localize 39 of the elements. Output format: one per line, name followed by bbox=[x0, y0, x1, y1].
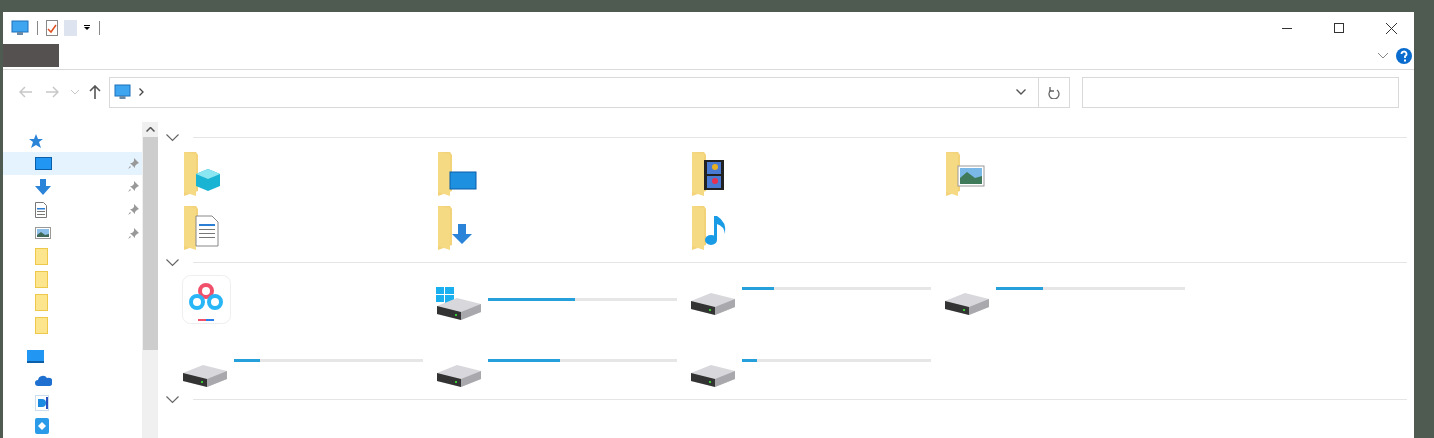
down-arrow-icon[interactable] bbox=[35, 178, 51, 195]
cloud-icon[interactable] bbox=[35, 374, 52, 386]
back-arrow-icon bbox=[19, 86, 33, 98]
computer-icon bbox=[11, 20, 29, 36]
landscape-icon[interactable] bbox=[35, 227, 51, 240]
refresh-icon bbox=[1048, 85, 1060, 99]
help-icon[interactable] bbox=[1396, 47, 1412, 64]
app-icon[interactable] bbox=[35, 395, 49, 412]
computer-icon bbox=[114, 84, 131, 100]
refresh-button[interactable] bbox=[1039, 76, 1070, 108]
up-arrow-icon bbox=[89, 85, 101, 99]
close-icon bbox=[1385, 22, 1397, 34]
chevron-down-icon[interactable] bbox=[166, 258, 179, 267]
search-field[interactable] bbox=[1082, 76, 1399, 108]
chevron-down-icon[interactable] bbox=[166, 395, 179, 404]
pin-icon bbox=[128, 181, 139, 193]
document-icon[interactable] bbox=[35, 202, 47, 219]
maximize-icon bbox=[1334, 23, 1344, 33]
app-icon[interactable] bbox=[35, 418, 49, 435]
dropdown-icon[interactable] bbox=[83, 24, 91, 32]
scrollbar[interactable] bbox=[142, 122, 158, 438]
scroll-thumb[interactable] bbox=[142, 137, 158, 350]
star-icon[interactable] bbox=[27, 132, 43, 149]
app-icon[interactable] bbox=[182, 275, 231, 324]
chevron-down-icon bbox=[71, 89, 79, 95]
monitor-icon[interactable] bbox=[35, 156, 52, 171]
chevron-up-icon bbox=[145, 127, 155, 132]
chevron-down-icon[interactable] bbox=[1016, 89, 1026, 95]
monitor-icon[interactable] bbox=[27, 350, 44, 364]
pin-icon bbox=[128, 158, 139, 170]
sidebar-item[interactable] bbox=[3, 152, 142, 176]
chevron-down-icon[interactable] bbox=[1378, 52, 1388, 59]
chevron-right-icon[interactable] bbox=[139, 88, 144, 96]
forward-arrow-icon bbox=[45, 86, 59, 98]
pin-icon bbox=[128, 227, 139, 239]
drive-icon[interactable] bbox=[436, 287, 482, 322]
pin-icon bbox=[128, 204, 139, 216]
chevron-down-icon[interactable] bbox=[166, 133, 179, 142]
checklist-icon[interactable] bbox=[46, 20, 58, 36]
